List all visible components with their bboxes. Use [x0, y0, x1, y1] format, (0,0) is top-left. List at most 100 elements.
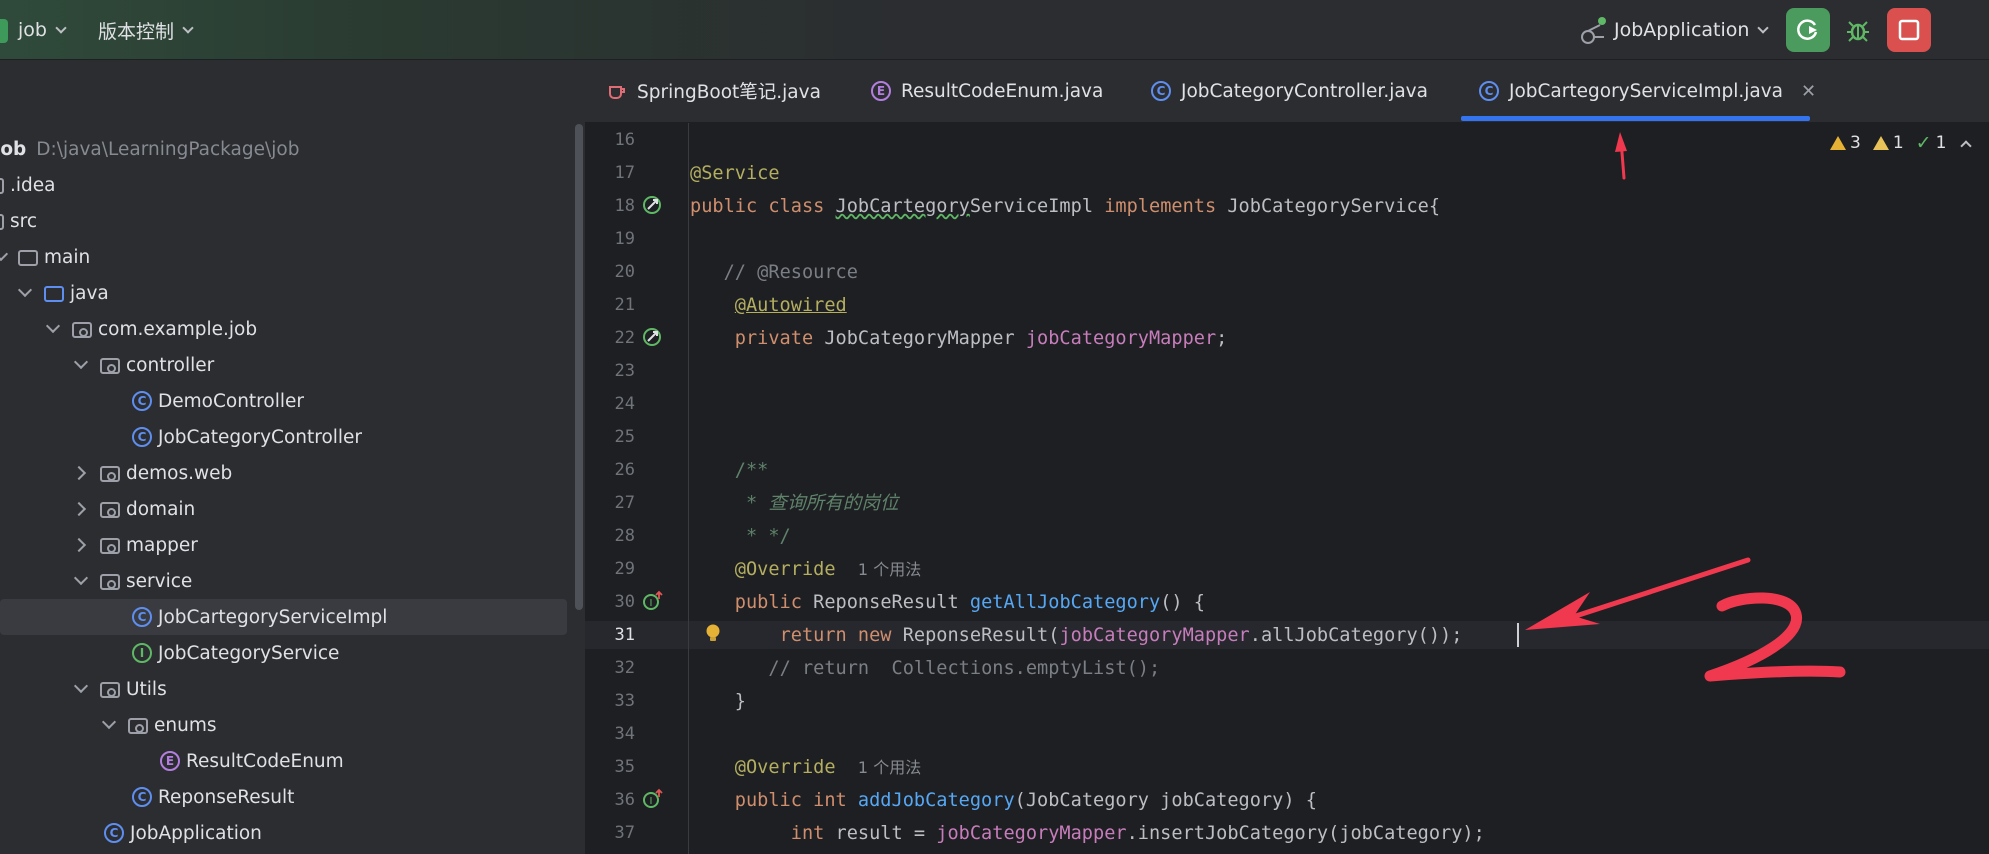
tree-item-jobcategoryservice[interactable]: I JobCategoryService: [0, 635, 568, 671]
tree-item-com-example-job[interactable]: com.example.job: [0, 311, 568, 347]
code-line-37[interactable]: int result = jobCategoryMapper.insertJob…: [690, 817, 1485, 850]
line-number: 25: [614, 427, 635, 447]
code-token: .insertJobCategory(jobCategory);: [1126, 823, 1485, 844]
code-line-32[interactable]: // return Collections.emptyList();: [690, 652, 1160, 685]
chevron-down-icon[interactable]: [101, 714, 117, 730]
override-method-gutter-icon[interactable]: I: [642, 788, 664, 810]
line-number: 32: [614, 658, 635, 678]
tab-resultcodeenum[interactable]: E ResultCodeEnum.java: [871, 60, 1103, 122]
tab-jobcategorycontroller[interactable]: C JobCategoryController.java: [1151, 60, 1428, 122]
inspection-widget[interactable]: 3 1 ✓ 1: [1830, 130, 1973, 156]
chevron-down-icon[interactable]: [17, 282, 33, 298]
text-caret: [1517, 623, 1519, 647]
code-line-35[interactable]: @Override 1 个用法: [690, 751, 921, 784]
run-configuration-selector[interactable]: JobApplication: [1578, 0, 1770, 60]
chevron-up-icon[interactable]: [1960, 140, 1973, 152]
code-token: jobCategoryMapper: [1059, 625, 1250, 646]
package-icon: [100, 574, 120, 590]
project-menu[interactable]: job: [18, 0, 67, 60]
tree-item-label: enums: [154, 714, 217, 736]
code-token: getAllJobCategory: [969, 592, 1161, 613]
line-number: 18: [614, 196, 635, 216]
code-line-18[interactable]: public class JobCartegoryServiceImpl imp…: [690, 190, 1440, 223]
rerun-button[interactable]: [1786, 8, 1830, 52]
chevron-down-icon[interactable]: [45, 318, 61, 334]
gutter-separator: [688, 123, 689, 854]
navigate-to-bean-gutter-icon[interactable]: [642, 326, 664, 348]
tree-item-demos-web[interactable]: demos.web: [0, 455, 568, 491]
code-line-17[interactable]: @Service: [690, 157, 780, 190]
stop-button[interactable]: [1887, 8, 1931, 52]
vcs-menu[interactable]: 版本控制: [98, 0, 194, 60]
tree-item-jobcategorycontroller[interactable]: C JobCategoryController: [0, 419, 568, 455]
tree-item-jobcartegoryserviceimpl[interactable]: C JobCartegoryServiceImpl: [0, 599, 567, 635]
chevron-down-icon[interactable]: [73, 354, 89, 370]
chevron-down-icon[interactable]: [73, 678, 89, 694]
tree-item-main[interactable]: main: [0, 239, 568, 275]
tree-item-label: java: [70, 282, 109, 304]
code-token: * */: [734, 526, 791, 547]
line-number: 26: [614, 460, 635, 480]
tree-item-label: service: [126, 570, 193, 592]
tree-item-service[interactable]: service: [0, 563, 568, 599]
project-scrollbar[interactable]: [575, 124, 583, 610]
tree-item-label: domain: [126, 498, 196, 520]
code-line-30[interactable]: public ReponseResult getAllJobCategory()…: [690, 586, 1205, 619]
close-icon[interactable]: ✕: [1801, 81, 1816, 102]
code-line-33[interactable]: }: [690, 685, 746, 718]
svg-text:I: I: [650, 796, 653, 807]
debug-button[interactable]: [1836, 8, 1880, 52]
project-name: job: [18, 19, 47, 41]
code-token: @Override: [734, 757, 836, 778]
tree-item-domain[interactable]: domain: [0, 491, 568, 527]
code-line-20[interactable]: // @Resource: [690, 256, 858, 289]
code-line-31[interactable]: return new ReponseResult(jobCategoryMapp…: [690, 619, 1463, 652]
code-line-27[interactable]: * 查询所有的岗位: [690, 487, 899, 520]
tree-root-job[interactable]: job D:\java\LearningPackage\job: [0, 131, 568, 167]
tree-item-label: JobCartegoryServiceImpl: [158, 606, 388, 628]
tree-item-java[interactable]: java: [0, 275, 568, 311]
package-icon: [100, 682, 120, 698]
chevron-right-icon[interactable]: [71, 501, 87, 517]
chevron-right-icon[interactable]: [71, 465, 87, 481]
code-line-22[interactable]: private JobCategoryMapper jobCategoryMap…: [690, 322, 1228, 355]
tree-item-controller[interactable]: controller: [0, 347, 568, 383]
chevron-right-icon[interactable]: [71, 537, 87, 553]
tab-springboot-notes[interactable]: SpringBoot笔记.java: [607, 60, 821, 122]
source-folder-icon: [44, 286, 64, 302]
package-icon: [100, 358, 120, 374]
code-token: JobCategoryMapper: [824, 328, 1026, 349]
code-line-21[interactable]: @Autowired: [690, 289, 847, 322]
class-icon: C: [1479, 81, 1499, 101]
code-token: public: [734, 592, 814, 613]
line-number: 21: [614, 295, 635, 315]
chevron-down-icon[interactable]: [73, 570, 89, 586]
usage-hint[interactable]: 1 个用法: [858, 758, 921, 777]
tree-item-mapper[interactable]: mapper: [0, 527, 568, 563]
code-line-29[interactable]: @Override 1 个用法: [690, 553, 921, 586]
override-method-gutter-icon[interactable]: I: [642, 590, 664, 612]
code-token: @Override: [734, 559, 836, 580]
chevron-down-icon[interactable]: [0, 246, 9, 262]
tree-item-src[interactable]: src: [0, 203, 568, 239]
package-icon: [128, 718, 148, 734]
code-token: (JobCategory jobCategory) {: [1014, 790, 1317, 811]
tree-item-jobapplication[interactable]: C JobApplication: [0, 815, 568, 851]
tree-item-utils[interactable]: Utils: [0, 671, 568, 707]
code-line-26[interactable]: /**: [690, 454, 769, 487]
tab-jobcartegoryserviceimpl[interactable]: C JobCartegoryServiceImpl.java ✕: [1479, 60, 1816, 122]
implemented-interface-gutter-icon[interactable]: [642, 194, 664, 216]
tree-item-enums[interactable]: enums: [0, 707, 568, 743]
tree-item-democontroller[interactable]: C DemoController: [0, 383, 568, 419]
code-line-36[interactable]: public int addJobCategory(JobCategory jo…: [690, 784, 1317, 817]
usage-hint[interactable]: 1 个用法: [858, 560, 921, 579]
code-token: @Autowired: [734, 295, 847, 316]
code-line-28[interactable]: * */: [690, 520, 791, 553]
code-token: .allJobCategory());: [1249, 625, 1463, 646]
tree-item-resultcodeenum[interactable]: E ResultCodeEnum: [0, 743, 568, 779]
bug-icon: [1847, 21, 1869, 42]
line-number: 22: [614, 328, 635, 348]
tree-item-idea[interactable]: .idea: [0, 167, 568, 203]
tree-item-reponseresult[interactable]: C ReponseResult: [0, 779, 568, 815]
vcs-menu-label: 版本控制: [98, 20, 175, 43]
